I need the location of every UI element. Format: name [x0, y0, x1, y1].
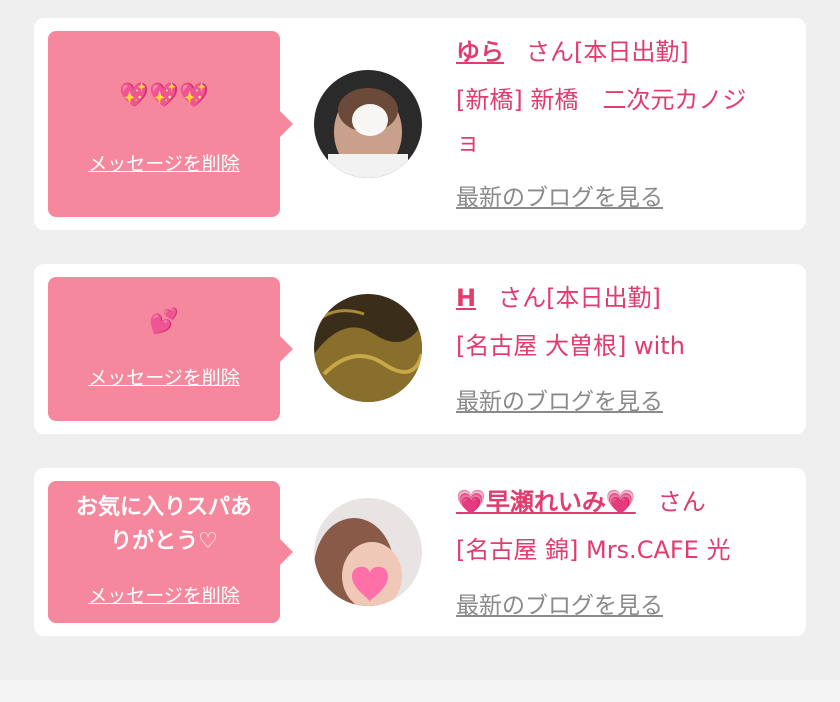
shop-name-cont: ョ	[456, 128, 480, 156]
cast-name-link[interactable]: 💗早瀬れいみ💗	[456, 488, 636, 516]
cast-status: さん[本日出勤]	[498, 284, 661, 312]
footer-strip	[0, 680, 840, 702]
avatar-photo-icon	[314, 70, 422, 178]
delete-message-link[interactable]: メッセージを削除	[48, 363, 280, 390]
favorite-card: 💕 メッセージを削除 H さん[本日出勤] [名古屋 大曽根] with 最新のブ…	[34, 264, 806, 434]
message-bubble: 💕 メッセージを削除	[48, 277, 293, 421]
cast-name-link[interactable]: H	[456, 284, 476, 312]
message-text: 💕	[149, 307, 179, 335]
favorite-card: 💖💖💖 メッセージを削除 ゆら さん[本日出勤] [新橋] 新橋 二次元カノジ ョ…	[34, 18, 806, 230]
shop-name: [名古屋 錦] Mrs.CAFE 光	[456, 536, 731, 564]
cast-name-link[interactable]: ゆら	[456, 38, 504, 66]
message-bubble: お気に入りスパあ りがとう♡ メッセージを削除	[48, 481, 293, 623]
cast-status: さん	[657, 488, 706, 516]
avatar-photo-icon	[314, 498, 422, 606]
latest-blog-link[interactable]: 最新のブログを見る	[456, 180, 663, 216]
message-bubble: 💖💖💖 メッセージを削除	[48, 31, 293, 217]
favorite-card: お気に入りスパあ りがとう♡ メッセージを削除 💗早瀬れいみ💗 さん [名古屋 錦…	[34, 468, 806, 636]
delete-message-link[interactable]: メッセージを削除	[48, 581, 280, 608]
avatar[interactable]	[314, 294, 422, 402]
message-line: りがとう♡	[110, 529, 218, 554]
delete-message-link[interactable]: メッセージを削除	[48, 149, 280, 176]
avatar-photo-icon	[314, 294, 422, 402]
shop-name: [名古屋 大曽根] with	[456, 332, 685, 360]
message-line: お気に入りスパあ	[75, 495, 252, 520]
latest-blog-link[interactable]: 最新のブログを見る	[456, 384, 663, 420]
latest-blog-link[interactable]: 最新のブログを見る	[456, 588, 663, 624]
avatar[interactable]	[314, 70, 422, 178]
cast-status: さん[本日出勤]	[526, 38, 689, 66]
avatar[interactable]	[314, 498, 422, 606]
message-text: お気に入りスパあ りがとう♡	[48, 491, 280, 559]
shop-name: [新橋] 新橋 二次元カノジ	[456, 86, 747, 114]
message-text: 💖💖💖	[119, 81, 209, 109]
